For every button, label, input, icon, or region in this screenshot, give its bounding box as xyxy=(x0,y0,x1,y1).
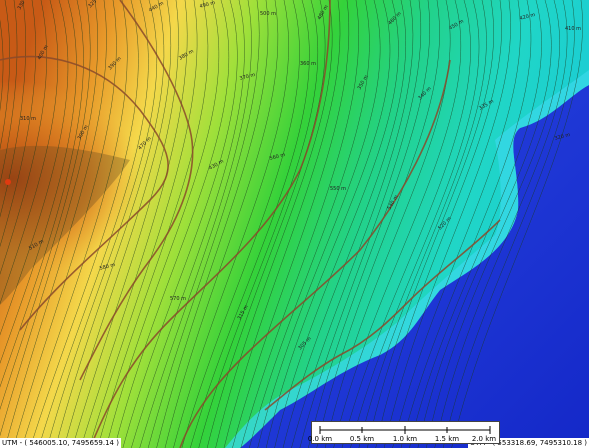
contour-label: 310 m xyxy=(20,116,36,122)
utm-coordinate-left: UTM - ( 546005.10, 7495659.14 ) xyxy=(0,438,121,448)
scale-label-4: 2.0 km xyxy=(471,435,497,443)
contour-label: 360 m xyxy=(300,61,316,67)
contour-label: 410 m xyxy=(565,26,581,32)
scale-label-0: 0.0 km xyxy=(307,435,333,443)
topographic-map[interactable]: 330 m 325 m 440 m 490 m 500 m 480 m 460 m 450 m… xyxy=(0,0,589,448)
scale-label-2: 1.0 km xyxy=(392,435,418,443)
contour-label: 570 m xyxy=(170,296,186,302)
scale-label-3: 1.5 km xyxy=(434,435,460,443)
terrain-relief[interactable]: 330 m 325 m 440 m 490 m500 m 480 m 460 m 450 m… xyxy=(0,0,589,448)
contour-label: 500 m xyxy=(260,11,276,17)
summit-marker xyxy=(5,179,11,185)
scale-bar: 0.0 km 0.5 km 1.0 km 1.5 km 2.0 km xyxy=(307,421,500,444)
contour-label: 550 m xyxy=(330,186,346,192)
scale-label-1: 0.5 km xyxy=(349,435,375,443)
